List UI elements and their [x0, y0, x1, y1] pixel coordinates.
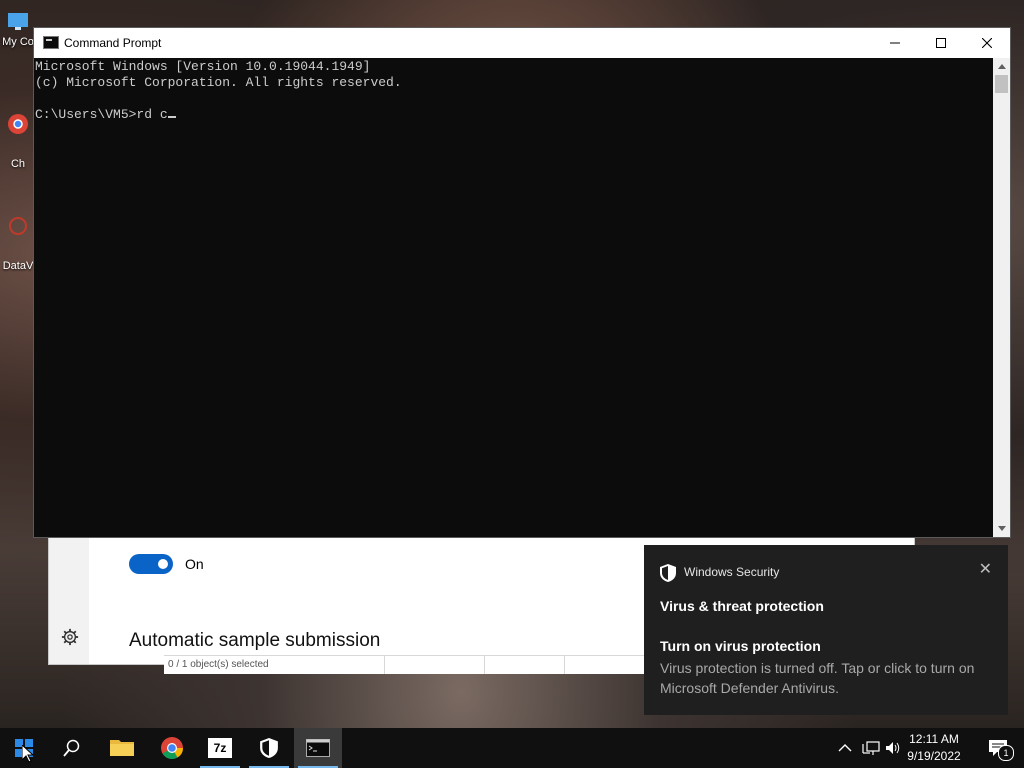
- desktop-icon-my-computer[interactable]: My Co: [0, 10, 36, 48]
- toggle-state-label: On: [185, 556, 204, 572]
- 7zip-icon: 7z: [208, 738, 232, 758]
- windows-security-button[interactable]: [245, 728, 293, 768]
- console-prompt-text: C:\Users\VM5>rd c: [35, 107, 168, 122]
- console-prompt-line[interactable]: C:\Users\VM5>rd c: [35, 107, 993, 123]
- toast-app-name: Windows Security: [684, 565, 780, 579]
- maximize-icon: [936, 38, 946, 48]
- app-shortcut-icon: [9, 217, 27, 235]
- chrome-icon: [161, 737, 183, 759]
- action-center-button[interactable]: 1: [988, 738, 1014, 761]
- minimize-button[interactable]: [872, 28, 918, 58]
- chrome-icon: [8, 114, 28, 134]
- text-cursor: [167, 116, 176, 118]
- minimize-icon: [890, 42, 900, 44]
- scroll-up-button[interactable]: [993, 58, 1010, 75]
- vertical-scrollbar[interactable]: [993, 58, 1010, 537]
- console-output[interactable]: Microsoft Windows [Version 10.0.19044.19…: [34, 58, 993, 537]
- automatic-sample-submission-heading: Automatic sample submission: [129, 630, 381, 651]
- network-icon[interactable]: [862, 739, 880, 757]
- chevron-up-icon[interactable]: [836, 739, 854, 757]
- 7zip-icon-label: 7z: [213, 741, 227, 755]
- explorer-status-text: 0 / 1 object(s) selected: [168, 659, 269, 670]
- gear-icon[interactable]: [61, 628, 79, 646]
- console-line: Microsoft Windows [Version 10.0.19044.19…: [35, 59, 371, 74]
- search-icon: [63, 739, 80, 757]
- mouse-pointer-icon: [22, 745, 34, 763]
- chevron-up-icon: [997, 64, 1006, 69]
- console-line: (c) Microsoft Corporation. All rights re…: [35, 75, 402, 90]
- toggle-knob: [158, 559, 168, 569]
- desktop-icon-chrome[interactable]: Ch: [0, 112, 36, 170]
- window-title: Command Prompt: [64, 36, 162, 50]
- file-explorer-button[interactable]: [98, 728, 146, 768]
- search-button[interactable]: [48, 728, 96, 768]
- clock-date[interactable]: 9/19/2022: [902, 749, 966, 763]
- explorer-status-bar: 0 / 1 object(s) selected: [164, 655, 644, 674]
- chrome-button[interactable]: [148, 728, 196, 768]
- desktop-icon-label: Ch: [10, 158, 26, 170]
- command-prompt-taskbar-button[interactable]: [294, 728, 342, 768]
- real-time-protection-toggle[interactable]: [129, 554, 173, 574]
- 7zip-button[interactable]: 7z: [196, 728, 244, 768]
- terminal-icon[interactable]: [43, 36, 59, 49]
- terminal-icon: [306, 739, 330, 757]
- toast-subheading: Turn on virus protection: [660, 638, 821, 654]
- status-divider: [384, 656, 385, 674]
- desktop-icon-label: My Co: [2, 36, 34, 48]
- toast-body: Virus protection is turned off. Tap or c…: [660, 660, 975, 696]
- status-divider: [564, 656, 565, 674]
- toast-heading: Virus & threat protection: [660, 598, 824, 614]
- desktop-icon-label: DataV: [2, 260, 34, 272]
- volume-icon[interactable]: [884, 739, 902, 757]
- title-bar[interactable]: Command Prompt: [34, 28, 1010, 58]
- taskbar: 7z 12:11 AM 9/19/2022 1: [0, 728, 1024, 768]
- chevron-down-icon: [997, 526, 1006, 531]
- command-prompt-window[interactable]: Command Prompt Microsoft Windows [Versio…: [33, 27, 1011, 538]
- maximize-button[interactable]: [918, 28, 964, 58]
- windows-security-toast[interactable]: Windows Security ✕ Virus & threat protec…: [644, 545, 1008, 715]
- status-divider: [484, 656, 485, 674]
- folder-icon: [110, 740, 134, 756]
- shield-icon: [660, 564, 676, 582]
- toast-close-button[interactable]: ✕: [979, 561, 992, 579]
- desktop-icon-datav[interactable]: DataV: [0, 214, 36, 272]
- computer-icon: [8, 13, 28, 30]
- scroll-down-button[interactable]: [993, 520, 1010, 537]
- close-button[interactable]: [964, 28, 1010, 58]
- notification-count-badge: 1: [998, 745, 1014, 761]
- shield-icon: [260, 738, 278, 758]
- clock-time[interactable]: 12:11 AM: [904, 732, 964, 746]
- close-icon: [982, 38, 992, 48]
- scroll-thumb[interactable]: [995, 75, 1008, 93]
